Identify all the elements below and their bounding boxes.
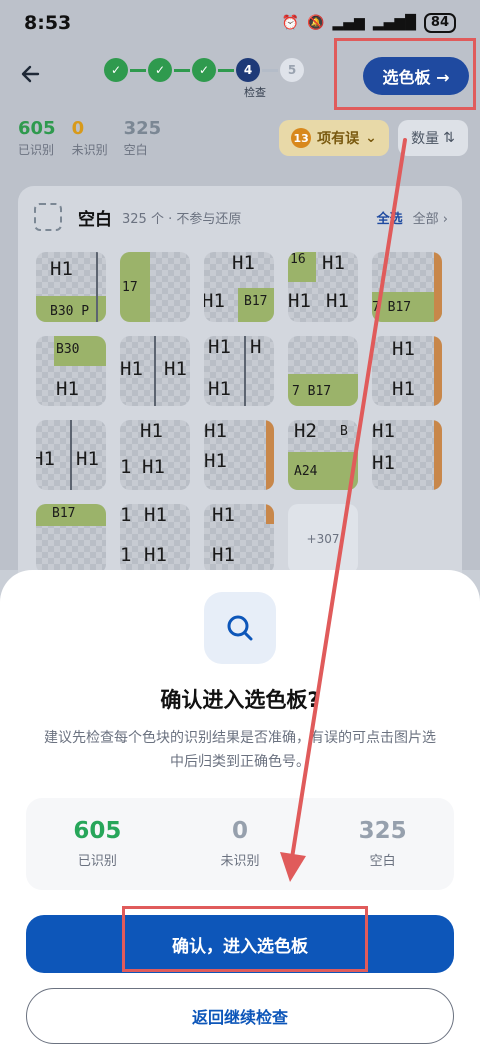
- chevron-down-icon: ⌄: [365, 130, 377, 146]
- grid-tile[interactable]: H1 H1: [204, 504, 274, 574]
- grid-tile[interactable]: H1 H1: [120, 336, 190, 406]
- error-count-badge: 13: [291, 128, 312, 148]
- back-arrow-icon[interactable]: [18, 60, 46, 88]
- more-tiles-button[interactable]: +307: [288, 504, 358, 574]
- annotation-highlight-confirm: [122, 906, 368, 972]
- step-1-done: ✓: [104, 58, 128, 82]
- stat-value: 0: [232, 818, 249, 844]
- grid-tile[interactable]: 7 B17: [372, 252, 442, 322]
- mute-icon: 🔕: [307, 15, 325, 31]
- sort-icon: ⇅: [443, 130, 455, 146]
- tile-grid: H1 B30 P 17 H1 H1 B17 16 H1 H1 H1 7 B17 B30 H1 …: [36, 252, 442, 574]
- stat-label: 未识别: [220, 854, 260, 869]
- step-3-done: ✓: [192, 58, 216, 82]
- grid-tile[interactable]: H1 H1: [36, 420, 106, 490]
- stat-blank: 325 空白: [124, 118, 162, 158]
- error-filter-chip[interactable]: 13 项有误 ⌄: [279, 120, 389, 156]
- annotation-highlight-palette: [334, 38, 476, 110]
- status-icons: ⏰ 🔕 ▂▄▆ ▂▄▆█ 84: [282, 13, 456, 33]
- grid-tile[interactable]: H1 H1 B17: [204, 252, 274, 322]
- status-time: 8:53: [24, 12, 72, 34]
- current-step-label: 检查: [244, 86, 266, 99]
- stat-value: 0: [71, 118, 85, 139]
- grid-tile[interactable]: 7 B17: [288, 336, 358, 406]
- stat-label: 空白: [123, 143, 148, 157]
- step-connector: [130, 68, 146, 72]
- sort-label: 数量: [411, 131, 440, 147]
- sheet-stat-blank: 325 空白: [311, 798, 454, 890]
- signal-icon: ▂▄▆: [332, 15, 365, 31]
- grid-tile[interactable]: H1 H H1: [204, 336, 274, 406]
- grid-tile[interactable]: H1 H1: [372, 420, 442, 490]
- sheet-stat-recognized: 605 已识别: [26, 798, 169, 890]
- stat-value: 605: [18, 118, 56, 139]
- card-header: 空白 325 个 · 不参与还原 全选 全部 ›: [34, 202, 448, 232]
- battery-icon: 84: [423, 13, 456, 33]
- signal2-icon: ▂▄▆█: [372, 15, 416, 31]
- back-continue-check-button[interactable]: 返回继续检查: [26, 988, 454, 1044]
- select-all-link[interactable]: 全选: [377, 208, 403, 227]
- step-connector: [262, 68, 278, 72]
- grid-tile[interactable]: 17: [120, 252, 190, 322]
- step-4-current: 4: [236, 58, 260, 82]
- stat-value: 325: [358, 818, 407, 844]
- grid-tile[interactable]: H1 1 H1: [120, 420, 190, 490]
- stat-recognized: 605 已识别: [18, 118, 56, 158]
- sheet-title: 确认进入选色板?: [160, 688, 320, 712]
- more-tiles-count: +307: [306, 532, 340, 546]
- stat-label: 已识别: [77, 854, 117, 869]
- search-icon: [204, 592, 276, 664]
- error-filter-label: 项有误: [317, 131, 360, 147]
- stat-label: 空白: [369, 854, 396, 869]
- card-subtitle: 325 个 · 不参与还原: [122, 211, 242, 227]
- step-5-todo: 5: [280, 58, 304, 82]
- step-connector: [218, 68, 234, 72]
- step-indicator: ✓ ✓ ✓ 4 5: [104, 58, 304, 82]
- confirm-bottom-sheet: 确认进入选色板? 建议先检查每个色块的识别结果是否准确，有误的可点击图片选中后归…: [0, 570, 480, 1061]
- alarm-icon: ⏰: [281, 15, 300, 31]
- grid-tile[interactable]: H2 A24 B: [288, 420, 358, 490]
- view-all-link[interactable]: 全部 ›: [413, 208, 448, 227]
- grid-tile[interactable]: B30 H1: [36, 336, 106, 406]
- sheet-stat-unrecognized: 0 未识别: [169, 798, 312, 890]
- grid-tile[interactable]: 16 H1 H1 H1: [288, 252, 358, 322]
- grid-tile[interactable]: B17: [36, 504, 106, 574]
- card-actions: 全选 全部 ›: [377, 208, 448, 227]
- sort-chip[interactable]: 数量 ⇅: [398, 120, 468, 156]
- step-2-done: ✓: [148, 58, 172, 82]
- sheet-stats: 605 已识别 0 未识别 325 空白: [26, 798, 454, 890]
- step-connector: [174, 68, 190, 72]
- view-all-label: 全部: [412, 211, 439, 227]
- stat-value: 605: [73, 818, 122, 844]
- grid-tile[interactable]: H1 B30 P: [36, 252, 106, 322]
- grid-tile[interactable]: H1 H1: [204, 420, 274, 490]
- stat-label: 未识别: [71, 143, 108, 157]
- stats-row: 605 已识别 0 未识别 325 空白: [18, 118, 161, 158]
- sheet-description: 建议先检查每个色块的识别结果是否准确，有误的可点击图片选中后归类到正确色号。: [44, 730, 436, 770]
- blank-tiles-card: 空白 325 个 · 不参与还原 全选 全部 › H1 B30 P 17 H1 H1…: [18, 186, 462, 606]
- grid-tile[interactable]: 1 H1 1 H1: [120, 504, 190, 574]
- stat-unrecognized: 0 未识别: [72, 118, 108, 158]
- card-title: 空白: [78, 209, 112, 230]
- stat-value: 325: [123, 118, 162, 139]
- stat-label: 已识别: [18, 143, 55, 157]
- select-checkbox[interactable]: [34, 203, 62, 231]
- grid-tile[interactable]: H1 H1: [372, 336, 442, 406]
